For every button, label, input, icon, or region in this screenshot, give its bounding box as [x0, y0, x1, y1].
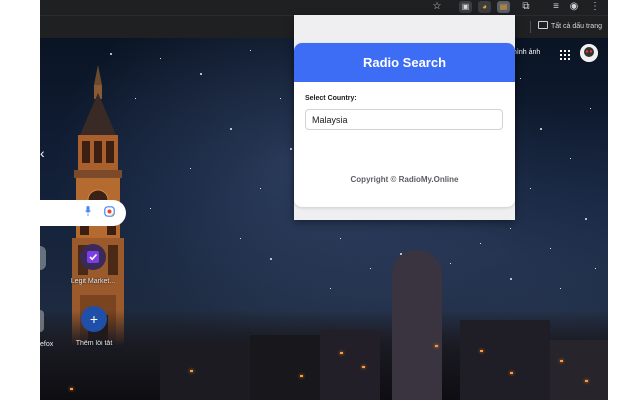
bookmarks-separator	[530, 21, 531, 33]
media-queue-icon[interactable]: ≡	[550, 1, 562, 13]
radio-extension-icon[interactable]: ▤	[497, 1, 510, 13]
shortcut-partial-2[interactable]	[40, 310, 44, 332]
star-bookmark-icon[interactable]: ☆	[432, 1, 442, 13]
browser-toolbar: ☆ ▣ ◕ ▤ ⧉ ≡ ◉ ⋮	[40, 0, 608, 15]
extension-puzzle-icon[interactable]: ▣	[459, 1, 472, 13]
google-search-box[interactable]	[40, 200, 126, 226]
chevron-left-icon[interactable]: ‹	[40, 145, 48, 161]
popup-header-title: Radio Search	[294, 43, 515, 82]
google-apps-grid-icon[interactable]	[560, 50, 570, 60]
popup-card: Radio Search Select Country: Malaysia Co…	[294, 43, 515, 207]
extensions-menu-icon[interactable]: ⧉	[520, 1, 532, 13]
google-lens-icon[interactable]	[104, 206, 115, 217]
all-bookmarks-label: Tất cả dấu trang	[551, 23, 602, 30]
images-link[interactable]: hình ảnh	[513, 49, 540, 56]
profile-avatar[interactable]	[580, 44, 598, 62]
shortcut-legit-market-circle	[80, 244, 106, 270]
microphone-icon[interactable]	[85, 206, 91, 216]
extension-pixel-icon[interactable]: ◕	[478, 1, 491, 13]
shortcut-partial[interactable]	[40, 246, 46, 270]
checkmark-badge-icon	[87, 251, 99, 263]
country-label: Select Country:	[305, 95, 357, 102]
plus-icon: +	[81, 306, 107, 332]
avatar-icon	[580, 44, 598, 62]
shortcut-partial-label: efox	[40, 341, 54, 348]
add-shortcut-label: Thêm lối tắt	[75, 340, 113, 347]
profile-avatar-small-icon[interactable]: ◉	[568, 1, 580, 13]
water-tower-building	[392, 250, 442, 400]
shortcut-label: Legit Market...	[70, 278, 116, 285]
shortcut-legit-market[interactable]: Legit Market...	[58, 244, 128, 285]
radio-search-popup: Radio Search Select Country: Malaysia Co…	[294, 15, 515, 220]
folder-icon	[538, 21, 548, 29]
kebab-menu-icon[interactable]: ⋮	[590, 1, 600, 13]
copyright-text: Copyright © RadioMy.Online	[350, 175, 459, 184]
country-select[interactable]: Malaysia	[305, 109, 503, 130]
add-shortcut-button[interactable]: + Thêm lối tắt	[59, 306, 129, 347]
all-bookmarks-button[interactable]: Tất cả dấu trang	[538, 20, 602, 34]
